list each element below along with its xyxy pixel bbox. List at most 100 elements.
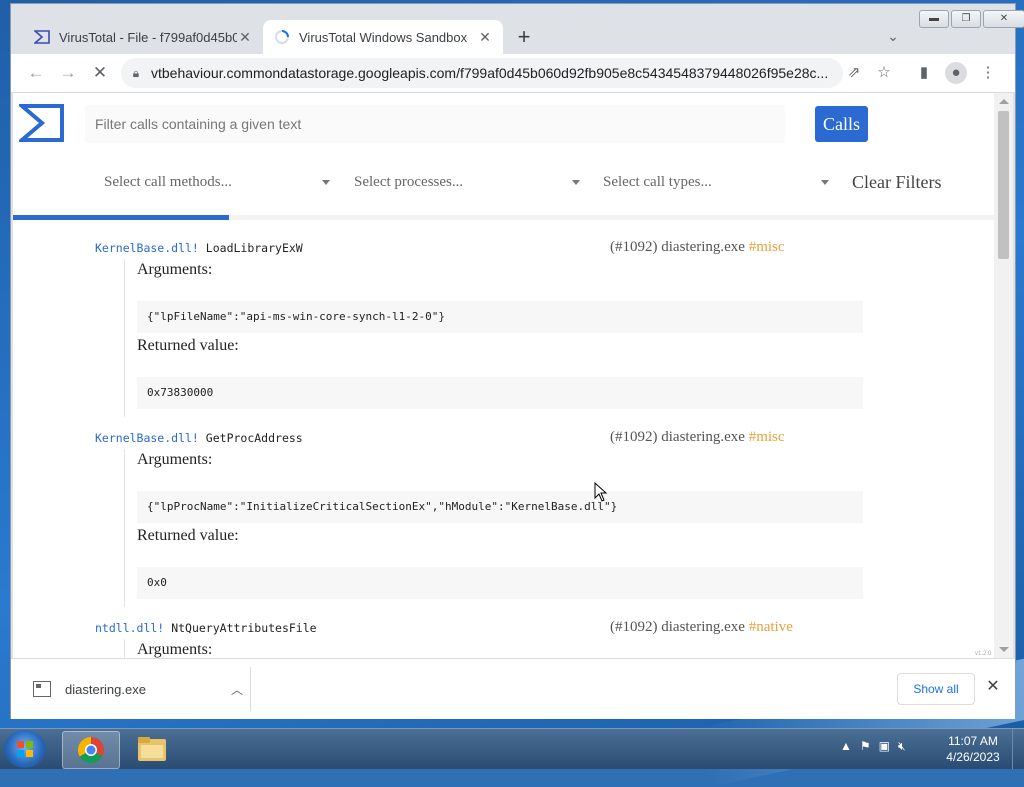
tab-strip: VirusTotal - File - f799af0d45b060 ✕ Vir… [11, 4, 1024, 54]
select-call-methods[interactable]: Select call methods... [104, 167, 334, 197]
call-details: Arguments: [124, 639, 865, 658]
start-button[interactable] [4, 730, 46, 768]
chrome-window: VirusTotal - File - f799af0d45b060 ✕ Vir… [10, 3, 1024, 719]
close-window-button[interactable]: ✕ [983, 10, 1024, 28]
arguments-label: Arguments: [137, 261, 213, 278]
lock-icon: 🔒︎ [132, 65, 140, 80]
show-hidden-icons-icon[interactable]: ▲ [840, 739, 852, 759]
scroll-down-icon[interactable] [999, 647, 1009, 652]
bookmark-star-icon[interactable]: ☆ [873, 62, 895, 84]
virustotal-icon [33, 28, 51, 46]
action-center-flag-icon[interactable]: ⚑ [860, 739, 871, 759]
menu-kebab-icon[interactable]: ⋮ [977, 62, 999, 84]
download-divider [250, 667, 251, 711]
page-scrollbar[interactable] [994, 93, 1013, 658]
volume-muted-icon[interactable]: 🔇︎ [898, 739, 906, 759]
taskbar-chrome-button[interactable] [62, 731, 120, 769]
windows-flag-icon [17, 741, 33, 757]
loading-spinner-icon [273, 28, 291, 46]
tab-search-chevron-icon[interactable]: ⌄ [883, 28, 903, 48]
call-process-name: (#1092) diastering.exe [610, 239, 745, 255]
returned-value-label: Returned value: [137, 337, 239, 354]
forward-arrow-icon[interactable]: → [57, 62, 79, 84]
clear-filters-button[interactable]: Clear Filters [852, 167, 941, 197]
call-details: Arguments: {"lpProcName":"InitializeCrit… [124, 449, 865, 607]
returned-value-label: Returned value: [137, 527, 239, 544]
call-tag[interactable]: #native [749, 619, 793, 635]
select-processes-label: Select processes... [354, 174, 464, 190]
clock-date: 4/26/2023 [946, 750, 1000, 764]
system-tray: ▲ ⚑ ▣ 🔇︎ [840, 739, 906, 759]
close-tab-icon[interactable]: ✕ [477, 29, 493, 46]
caret-down-icon [572, 180, 580, 185]
select-processes[interactable]: Select processes... [354, 167, 584, 197]
download-item[interactable]: diastering.exe ︿ [33, 673, 243, 705]
close-download-bar-icon[interactable]: ✕ [983, 677, 1003, 697]
chevron-up-icon[interactable]: ︿ [231, 681, 243, 698]
call-process: (#1092) diastering.exe #misc [610, 239, 785, 256]
maximize-button[interactable]: ❐ [951, 10, 981, 28]
virustotal-logo[interactable] [19, 103, 65, 143]
windows-taskbar: ▲ ⚑ ▣ 🔇︎ 11:07 AM 4/26/2023 [0, 728, 1024, 769]
filter-calls-input[interactable] [85, 105, 785, 143]
call-function: LoadLibraryExW [205, 241, 303, 255]
taskbar-explorer-button[interactable] [124, 731, 180, 767]
call-tag[interactable]: #misc [749, 239, 785, 255]
call-dll[interactable]: KernelBase.dll! [95, 431, 199, 445]
folder-icon [138, 737, 166, 761]
close-tab-icon[interactable]: ✕ [237, 29, 253, 46]
call-dll[interactable]: KernelBase.dll! [95, 241, 199, 255]
minimize-button[interactable]: ▬ [919, 10, 949, 28]
call-details: Arguments: {"lpFileName":"api-ms-win-cor… [124, 259, 865, 417]
back-arrow-icon[interactable]: ← [25, 62, 47, 84]
tab-virustotal-sandbox[interactable]: VirusTotal Windows Sandbox ✕ [263, 20, 503, 54]
arguments-code: {"lpProcName":"InitializeCriticalSection… [137, 491, 863, 523]
call-process-name: (#1092) diastering.exe [610, 619, 745, 635]
download-filename: diastering.exe [65, 681, 146, 697]
arguments-code: {"lpFileName":"api-ms-win-core-synch-l1-… [137, 301, 863, 333]
caret-down-icon [322, 180, 330, 185]
arguments-label: Arguments: [137, 451, 213, 468]
version-label: v1.2.0 [975, 651, 992, 657]
executable-file-icon [33, 681, 51, 697]
calls-button[interactable]: Calls [815, 106, 868, 142]
returned-value-code: 0x73830000 [137, 377, 863, 409]
scroll-up-icon[interactable] [999, 99, 1009, 104]
url-text: vtbehaviour.commondatastorage.googleapis… [151, 65, 829, 81]
download-bar: diastering.exe ︿ Show all ✕ [11, 658, 1015, 719]
call-function: GetProcAddress [205, 431, 303, 445]
tab-title: VirusTotal Windows Sandbox [299, 29, 468, 45]
returned-value-code: 0x0 [137, 567, 863, 599]
show-all-downloads-button[interactable]: Show all [897, 673, 975, 705]
side-panel-icon[interactable]: ▮ [913, 62, 935, 84]
call-process-name: (#1092) diastering.exe [610, 429, 745, 445]
loading-progress-bar [13, 215, 994, 220]
call-tag[interactable]: #misc [749, 429, 785, 445]
network-icon[interactable]: ▣ [879, 739, 890, 759]
chrome-icon [77, 736, 104, 764]
select-call-types[interactable]: Select call types... [603, 167, 833, 197]
tab-title: VirusTotal - File - f799af0d45b060 [59, 29, 237, 45]
loading-progress-fill [13, 215, 229, 220]
profile-avatar-icon[interactable]: ● [945, 62, 967, 84]
stop-loading-icon[interactable]: ✕ [89, 62, 111, 84]
system-clock[interactable]: 11:07 AM 4/26/2023 [940, 733, 1006, 765]
call-signature: KernelBase.dll! GetProcAddress [95, 431, 303, 445]
share-icon[interactable]: ⇗ [843, 62, 865, 84]
select-call-types-label: Select call types... [603, 174, 712, 190]
call-process: (#1092) diastering.exe #misc [610, 429, 785, 446]
call-process: (#1092) diastering.exe #native [610, 619, 793, 636]
clock-time: 11:07 AM [948, 734, 998, 748]
browser-toolbar: ← → ✕ 🔒︎ vtbehaviour.commondatastorage.g… [11, 54, 1015, 93]
new-tab-button[interactable]: + [511, 24, 537, 50]
show-desktop-button[interactable] [1012, 729, 1024, 769]
arguments-label: Arguments: [137, 641, 213, 658]
page-viewport: Calls Select call methods... Select proc… [13, 93, 994, 658]
scrollbar-thumb[interactable] [998, 111, 1009, 259]
call-dll[interactable]: ntdll.dll! [95, 621, 164, 635]
caret-down-icon [821, 180, 829, 185]
tab-virustotal-file[interactable]: VirusTotal - File - f799af0d45b060 ✕ [23, 20, 263, 54]
address-bar[interactable]: 🔒︎ vtbehaviour.commondatastorage.googlea… [121, 58, 843, 88]
select-call-methods-label: Select call methods... [104, 174, 232, 190]
call-function: NtQueryAttributesFile [171, 621, 317, 635]
